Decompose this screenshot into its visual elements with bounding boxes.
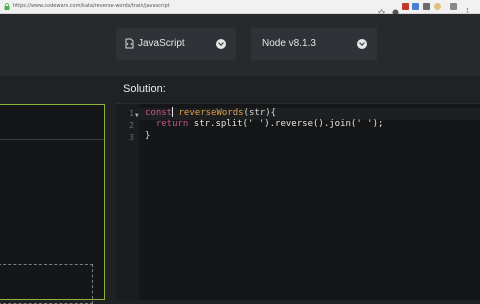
lock-icon (4, 3, 10, 10)
version-label: Node v8.1.3 (262, 38, 316, 49)
chevron-down-icon (357, 39, 367, 49)
code-text: str.split(' ').reverse().join(' '); (188, 119, 384, 129)
language-label: JavaScript (138, 38, 185, 49)
text-cursor (172, 107, 174, 117)
line-number: 1 (129, 109, 134, 118)
line-gutter: 1 2 3 ▼ (116, 104, 139, 300)
solution-title: Solution: (123, 83, 166, 95)
star-icon[interactable] (377, 3, 386, 17)
divider (0, 139, 104, 140)
code-line-2: return str.split(' ').reverse().join(' '… (145, 119, 384, 129)
chevron-down-icon (216, 39, 226, 49)
version-dropdown[interactable]: Node v8.1.3 (251, 28, 377, 60)
keyword: const (145, 108, 173, 118)
language-icon (125, 38, 134, 49)
keyword: return (155, 119, 189, 129)
record-icon[interactable] (392, 3, 399, 16)
line-number: 2 (129, 121, 134, 130)
drop-zone (0, 264, 93, 304)
line-number: 3 (129, 133, 134, 142)
code-text: } (145, 131, 151, 141)
code-line-3: } (145, 131, 150, 141)
gmail-icon[interactable] (402, 3, 409, 10)
editor-toolbar (0, 14, 480, 76)
function-name: reverseWords (178, 108, 244, 118)
extension-icon-2[interactable] (450, 3, 457, 10)
browser-toolbar: https://www.codewars.com/kata/reverse-wo… (0, 0, 480, 17)
profile-icon[interactable] (434, 3, 441, 10)
language-dropdown[interactable]: JavaScript (116, 28, 236, 60)
menu-icon[interactable] (466, 3, 469, 16)
code-text: (str){ (243, 108, 277, 118)
code-editor[interactable]: 1 2 3 ▼ const reverseWords(str){ return … (116, 103, 480, 300)
extension-icon[interactable] (423, 3, 430, 10)
address-bar[interactable]: https://www.codewars.com/kata/reverse-wo… (13, 2, 170, 11)
translate-icon[interactable] (412, 3, 419, 10)
code-line-1: const reverseWords(str){ (145, 107, 276, 118)
